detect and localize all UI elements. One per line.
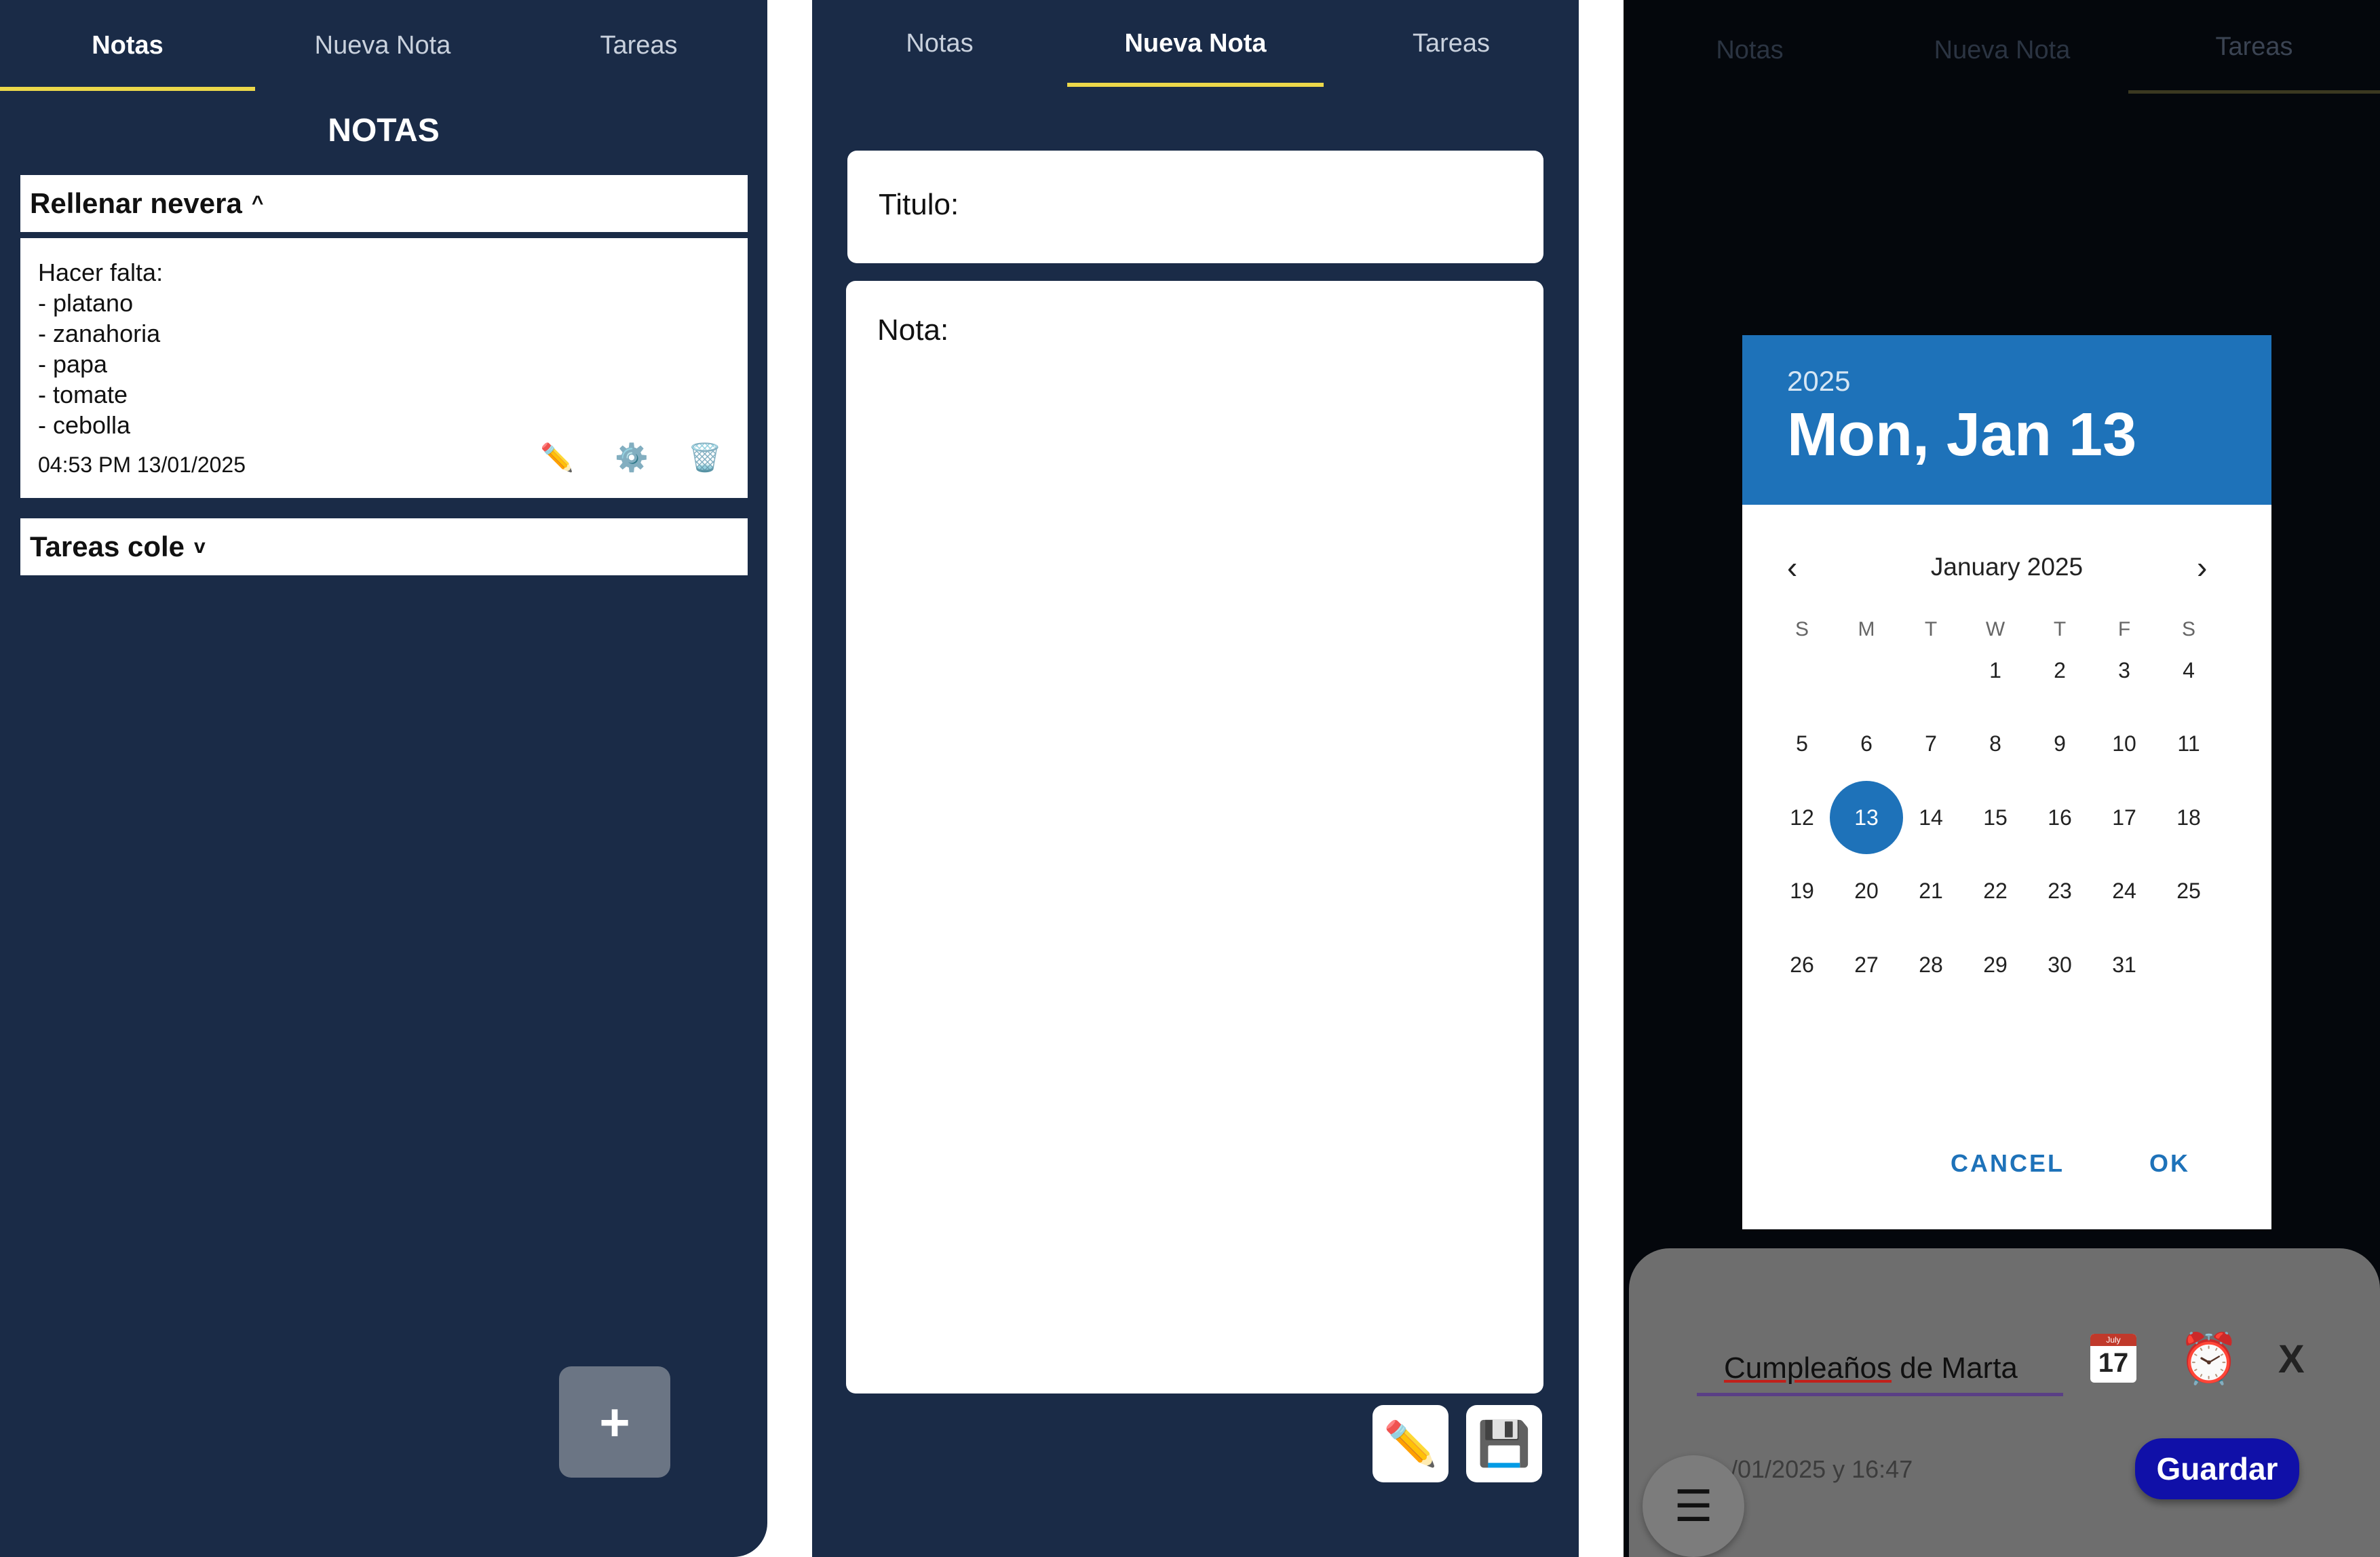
note-header-tareas-cole[interactable]: Tareas cole v <box>20 518 748 575</box>
date-picker-header: 2025 Mon, Jan 13 <box>1742 335 2271 505</box>
note-title: Tareas cole <box>30 531 185 562</box>
calendar-day[interactable]: 29 <box>1963 932 2028 997</box>
task-name-rest: de Marta <box>1892 1351 2018 1385</box>
selected-date: Mon, Jan 13 <box>1787 401 2137 469</box>
calendar-day[interactable]: 8 <box>1963 712 2028 777</box>
calendar-day[interactable]: 15 <box>1963 785 2028 850</box>
calendar-day[interactable]: 17 <box>2092 785 2157 850</box>
calendar-day[interactable]: 9 <box>2027 712 2092 777</box>
ok-button[interactable]: OK <box>2149 1149 2190 1178</box>
task-name-input[interactable]: Cumpleaños de Marta <box>1697 1343 2063 1396</box>
tab-tareas[interactable]: Tareas <box>1324 0 1579 87</box>
weekday-label: T <box>1924 618 1938 640</box>
calendar-day[interactable]: 10 <box>2092 712 2157 777</box>
note-placeholder: Nota: <box>877 313 949 347</box>
calendar-day[interactable]: 21 <box>1898 859 1963 924</box>
guardar-button[interactable]: Guardar <box>2135 1438 2299 1499</box>
tab-tareas[interactable]: Tareas <box>2128 0 2380 94</box>
date-picker-dialog: 2025 Mon, Jan 13 January 2025 ‹ › SMTWTF… <box>1742 335 2271 1229</box>
note-header-rellenar-nevera[interactable]: Rellenar nevera ^ <box>20 175 748 232</box>
calendar-day[interactable]: 24 <box>2092 859 2157 924</box>
pencil-icon[interactable]: ✏️ <box>540 442 574 474</box>
calendar-day[interactable]: 19 <box>1769 859 1835 924</box>
add-note-button[interactable]: + <box>559 1366 670 1478</box>
expand-caret-icon[interactable]: v <box>194 535 206 558</box>
tab-notas[interactable]: Notas <box>1624 0 1876 100</box>
tab-bar: Notas Nueva Nota Tareas <box>0 0 767 91</box>
note-title: Rellenar nevera <box>30 187 242 219</box>
notes-screen: Notas Nueva Nota Tareas NOTAS Rellenar n… <box>0 0 767 1557</box>
task-name-word: Cumpleaños <box>1724 1351 1892 1385</box>
close-button[interactable]: X <box>2278 1337 2305 1382</box>
calendar-day[interactable]: 27 <box>1834 932 1899 997</box>
page-title: NOTAS <box>328 113 440 149</box>
calendar-day[interactable]: 31 <box>2092 932 2157 997</box>
task-datetime: /01/2025 y 16:47 <box>1731 1455 1913 1483</box>
menu-button[interactable]: ☰ <box>1643 1455 1744 1557</box>
save-icon: 💾 <box>1477 1419 1531 1468</box>
new-note-screen: Notas Nueva Nota Tareas Titulo: Nota: ✏️… <box>812 0 1579 1557</box>
pencil-icon: ✏️ <box>1383 1419 1438 1468</box>
title-field[interactable]: Titulo: <box>847 151 1543 263</box>
note-line: Hacer falta: <box>38 258 164 286</box>
tab-nueva-nota[interactable]: Nueva Nota <box>1876 0 2128 100</box>
note-textarea[interactable]: Nota: <box>846 281 1543 1393</box>
edit-button[interactable]: ✏️ <box>1373 1405 1448 1482</box>
tab-nueva-nota[interactable]: Nueva Nota <box>255 0 510 91</box>
calendar-icon[interactable]: July 17 <box>2090 1334 2136 1383</box>
note-body: Hacer falta: - platano - zanahoria - pap… <box>20 236 748 498</box>
tab-nueva-nota[interactable]: Nueva Nota <box>1067 0 1324 87</box>
task-form-sheet: Cumpleaños de Marta July 17 ⏰ X /01/2025… <box>1629 1248 2380 1557</box>
calendar-day[interactable]: 14 <box>1898 785 1963 850</box>
calendar-icon-day: 17 <box>2098 1348 2129 1378</box>
calendar-day[interactable]: 4 <box>2156 638 2221 703</box>
note-timestamp: 04:53 PM 13/01/2025 <box>38 453 246 477</box>
cancel-button[interactable]: CANCEL <box>1951 1149 2065 1178</box>
calendar-day[interactable]: 2 <box>2027 638 2092 703</box>
tasks-screen: Notas Nueva Nota Tareas Cumpleaños de Ma… <box>1624 0 2380 1557</box>
collapse-caret-icon[interactable]: ^ <box>252 192 264 215</box>
note-line: - platano <box>38 289 134 317</box>
gear-icon[interactable]: ⚙️ <box>615 442 649 474</box>
calendar-day[interactable]: 20 <box>1834 859 1899 924</box>
note-line: - papa <box>38 350 108 378</box>
calendar-day[interactable]: 26 <box>1769 932 1835 997</box>
note-line: - cebolla <box>38 411 131 439</box>
alarm-clock-icon[interactable]: ⏰ <box>2179 1330 2240 1387</box>
calendar-day[interactable]: 1 <box>1963 638 2028 703</box>
calendar-day-selected[interactable]: 13 <box>1830 781 1903 854</box>
calendar-day[interactable]: 16 <box>2027 785 2092 850</box>
chevron-left-icon[interactable]: ‹ <box>1787 547 1797 588</box>
month-navigator: January 2025 ‹ › <box>1742 547 2271 588</box>
hamburger-menu-icon: ☰ <box>1674 1481 1713 1531</box>
calendar-day[interactable]: 5 <box>1769 712 1835 777</box>
calendar-day[interactable]: 30 <box>2027 932 2092 997</box>
calendar-day[interactable]: 11 <box>2156 712 2221 777</box>
save-button[interactable]: 💾 <box>1466 1405 1542 1482</box>
selected-year[interactable]: 2025 <box>1787 365 2227 398</box>
calendar-day[interactable]: 6 <box>1834 712 1899 777</box>
weekday-label: S <box>1794 618 1809 640</box>
tab-bar: Notas Nueva Nota Tareas <box>1624 0 2380 94</box>
calendar-day[interactable]: 25 <box>2156 859 2221 924</box>
calendar-day[interactable]: 3 <box>2092 638 2157 703</box>
tab-bar: Notas Nueva Nota Tareas <box>812 0 1579 87</box>
calendar-day[interactable]: 28 <box>1898 932 1963 997</box>
tab-notas[interactable]: Notas <box>812 0 1067 87</box>
title-placeholder: Titulo: <box>879 188 959 221</box>
calendar-day[interactable]: 23 <box>2027 859 2092 924</box>
calendar-day[interactable]: 22 <box>1963 859 2028 924</box>
tab-tareas[interactable]: Tareas <box>510 0 767 91</box>
tab-notas[interactable]: Notas <box>0 0 255 91</box>
note-line: - zanahoria <box>38 320 161 347</box>
chevron-right-icon[interactable]: › <box>2197 547 2207 588</box>
trash-icon[interactable]: 🗑️ <box>688 442 722 474</box>
calendar-icon-month: July <box>2090 1334 2136 1346</box>
note-line: - tomate <box>38 381 128 408</box>
month-label: January 2025 <box>1930 553 2084 581</box>
calendar-day[interactable]: 18 <box>2156 785 2221 850</box>
weekday-label: M <box>1858 618 1875 640</box>
calendar-day[interactable]: 7 <box>1898 712 1963 777</box>
calendar-day[interactable]: 12 <box>1769 785 1835 850</box>
